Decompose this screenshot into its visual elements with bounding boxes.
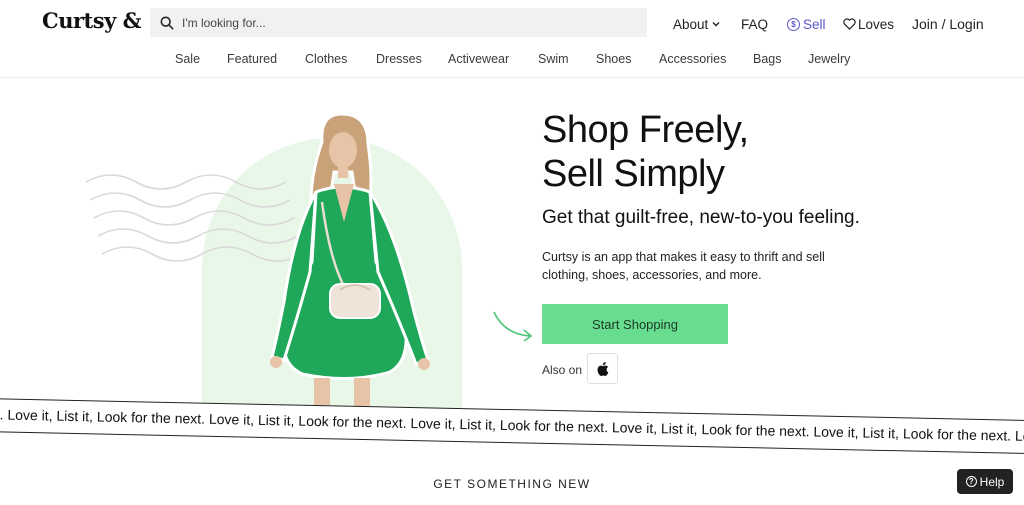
- category-accessories[interactable]: Accessories: [659, 52, 726, 66]
- app-store-button[interactable]: [587, 353, 618, 384]
- site-header: Curtsy & About FAQ $ Sell Loves Join / L…: [0, 0, 1024, 78]
- slogan-ticker: . Love it, List it, Look for the next. L…: [0, 398, 1024, 455]
- model-photo: [270, 112, 430, 410]
- search-icon: [160, 16, 174, 29]
- help-label: Help: [979, 474, 1005, 489]
- category-clothes[interactable]: Clothes: [305, 52, 347, 66]
- nav-loves[interactable]: Loves: [843, 15, 894, 33]
- category-dresses[interactable]: Dresses: [376, 52, 422, 66]
- ticker-text: . Love it, List it, Look for the next. L…: [0, 406, 1024, 445]
- category-jewelry[interactable]: Jewelry: [808, 52, 850, 66]
- nav-faq[interactable]: FAQ: [741, 15, 768, 33]
- help-button[interactable]: ? Help: [957, 469, 1013, 494]
- search-input[interactable]: [182, 15, 622, 30]
- hero-title-line1: Shop Freely,: [542, 109, 749, 151]
- start-shopping-button[interactable]: Start Shopping: [542, 304, 728, 344]
- category-featured[interactable]: Featured: [227, 52, 277, 66]
- sell-coin-icon: $: [787, 17, 800, 31]
- arrow-icon: [493, 311, 533, 342]
- nav-about-label: About: [673, 16, 709, 32]
- hero-description: Curtsy is an app that makes it easy to t…: [542, 250, 825, 282]
- nav-loves-label: Loves: [858, 16, 895, 32]
- heart-icon: [843, 18, 856, 30]
- nav-join-login[interactable]: Join / Login: [912, 15, 984, 33]
- category-sale[interactable]: Sale: [175, 52, 200, 66]
- search-bar[interactable]: [150, 8, 647, 37]
- apple-icon: [597, 361, 608, 376]
- category-shoes[interactable]: Shoes: [596, 52, 631, 66]
- hero-subtitle: Get that guilt-free, new-to-you feeling.: [542, 207, 860, 228]
- section-title: GET SOMETHING NEW: [433, 477, 591, 491]
- chevron-down-icon: [712, 22, 720, 27]
- hero-title: Shop Freely, Sell Simply: [542, 108, 749, 196]
- category-activewear[interactable]: Activewear: [448, 52, 509, 66]
- curtsy-logo[interactable]: Curtsy &: [42, 8, 142, 33]
- category-swim[interactable]: Swim: [538, 52, 569, 66]
- nav-sell-label: Sell: [803, 16, 826, 32]
- also-on-label: Also on: [542, 363, 583, 377]
- help-icon: ?: [965, 476, 977, 487]
- hero-title-line2: Sell Simply: [542, 153, 725, 195]
- category-bags[interactable]: Bags: [753, 52, 782, 66]
- nav-about[interactable]: About: [673, 15, 721, 33]
- nav-sell[interactable]: $ Sell: [787, 15, 826, 33]
